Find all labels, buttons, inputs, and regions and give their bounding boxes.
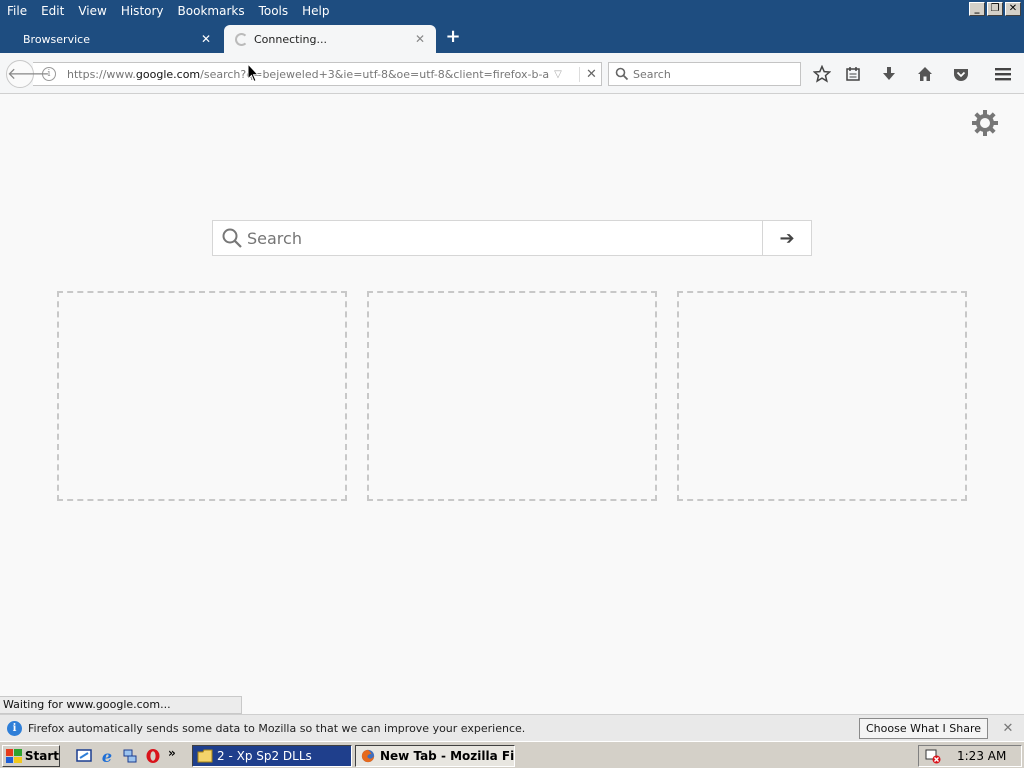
search-bar[interactable]	[608, 62, 801, 86]
loading-spinner-icon	[235, 32, 248, 46]
search-input[interactable]	[247, 221, 762, 255]
search-icon	[615, 67, 629, 81]
top-site-tile-placeholder[interactable]	[677, 291, 967, 501]
tab-label: Connecting...	[254, 32, 327, 46]
menu-view[interactable]: View	[71, 0, 113, 22]
search-go-button[interactable]: ➔	[762, 221, 811, 255]
windows-logo-icon	[6, 749, 22, 763]
menu-bar: File Edit View History Bookmarks Tools H…	[0, 0, 1024, 22]
dropdown-arrow-icon[interactable]: ▽	[549, 69, 567, 80]
arrow-right-icon: ➔	[779, 227, 795, 249]
taskbar-item-firefox[interactable]: New Tab - Mozilla Fir...	[355, 745, 515, 767]
search-input[interactable]	[633, 67, 793, 81]
top-site-tile-placeholder[interactable]	[57, 291, 347, 501]
clock: 1:23 AM	[957, 749, 1007, 763]
status-text: Waiting for www.google.com...	[0, 696, 242, 714]
taskbar: Start e » 2 - Xp Sp2 DLLs New Tab - Mozi…	[0, 741, 1024, 768]
folder-icon	[197, 749, 213, 763]
taskbar-item-folder[interactable]: 2 - Xp Sp2 DLLs	[192, 745, 352, 767]
new-tab-search: ➔	[212, 220, 812, 256]
tray-alert-icon[interactable]	[925, 748, 941, 764]
opera-icon[interactable]	[144, 747, 162, 765]
top-site-tile-placeholder[interactable]	[367, 291, 657, 501]
back-button[interactable]: 🡐	[6, 60, 50, 88]
close-tab-icon[interactable]: ✕	[198, 31, 214, 47]
close-tab-icon[interactable]: ✕	[412, 31, 428, 47]
task-label: New Tab - Mozilla Fir...	[380, 749, 515, 763]
show-desktop-icon[interactable]	[75, 747, 93, 765]
url-domain: google.com	[135, 67, 201, 81]
notification-text: Firefox automatically sends some data to…	[28, 721, 526, 735]
choose-what-i-share-button[interactable]: Choose What I Share	[859, 717, 988, 739]
navigation-bar: i https://www.google.com/search?q=bejewe…	[0, 53, 1024, 94]
menu-file[interactable]: File	[0, 0, 34, 22]
home-icon[interactable]	[914, 63, 936, 85]
internet-explorer-icon[interactable]: e	[98, 747, 116, 766]
close-icon[interactable]: ✕	[1000, 721, 1016, 736]
download-icon[interactable]	[878, 63, 900, 85]
tab-browservice[interactable]: Browservice ✕	[0, 25, 222, 53]
network-icon[interactable]	[121, 747, 139, 765]
quicklaunch-chevron-icon[interactable]: »	[168, 746, 176, 760]
window-controls: _ ❐ ✕	[969, 2, 1021, 16]
back-arrow-icon: 🡐	[7, 64, 50, 83]
tab-strip: Browservice ✕ Connecting... ✕	[0, 22, 1024, 53]
new-tab-button[interactable]: +	[444, 26, 462, 48]
menu-edit[interactable]: Edit	[34, 0, 71, 22]
task-label: 2 - Xp Sp2 DLLs	[217, 749, 312, 763]
url-bar[interactable]: i https://www.google.com/search?q=bejewe…	[33, 62, 602, 86]
start-button[interactable]: Start	[2, 745, 60, 767]
reading-list-icon[interactable]	[842, 63, 864, 85]
close-window-button[interactable]: ✕	[1005, 2, 1021, 16]
menu-bookmarks[interactable]: Bookmarks	[171, 0, 252, 22]
url-text[interactable]: https://www.google.com/search?q=bejewele…	[67, 68, 549, 81]
pocket-icon[interactable]	[950, 63, 972, 85]
menu-help[interactable]: Help	[295, 0, 336, 22]
menu-history[interactable]: History	[114, 0, 171, 22]
menu-hamburger-icon[interactable]	[992, 63, 1014, 85]
start-label: Start	[24, 749, 59, 763]
search-icon	[222, 228, 242, 248]
firefox-icon	[361, 749, 375, 763]
settings-gear-icon[interactable]	[970, 108, 1000, 138]
system-tray: 1:23 AM	[918, 745, 1022, 767]
info-icon: i	[7, 720, 22, 736]
bookmark-star-icon[interactable]	[811, 63, 833, 85]
tab-label: Browservice	[23, 32, 90, 46]
url-prefix: https://www.	[67, 67, 136, 81]
mouse-cursor-icon	[247, 63, 259, 83]
minimize-button[interactable]: _	[969, 2, 985, 16]
notification-bar: i Firefox automatically sends some data …	[0, 714, 1024, 741]
tab-connecting[interactable]: Connecting... ✕	[224, 25, 436, 53]
menu-tools[interactable]: Tools	[252, 0, 296, 22]
restore-button[interactable]: ❐	[987, 2, 1003, 16]
stop-icon[interactable]: ✕	[579, 66, 597, 82]
